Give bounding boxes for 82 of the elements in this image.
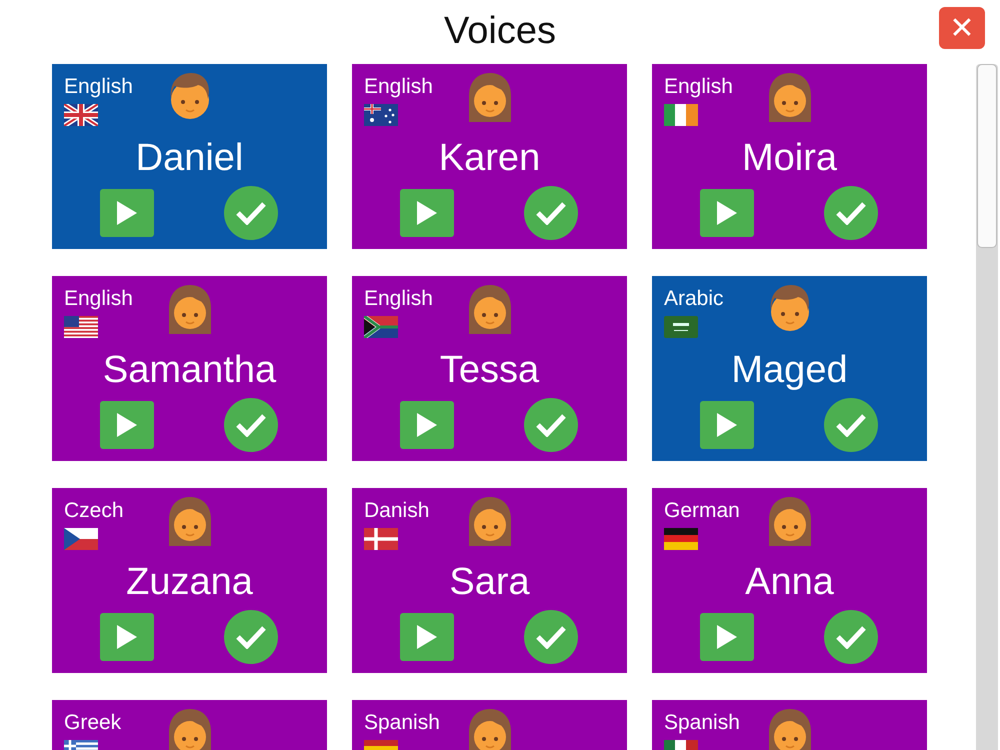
language-label: Greek	[64, 710, 122, 736]
voice-card[interactable]: Arabic Maged	[652, 276, 927, 461]
play-button[interactable]	[400, 613, 454, 661]
play-icon	[116, 412, 138, 438]
voice-name: Sara	[449, 560, 530, 604]
checkmark-icon	[235, 201, 267, 225]
flag-icon	[64, 528, 98, 550]
language-label: Danish	[364, 498, 430, 524]
language-label: Czech	[64, 498, 124, 524]
select-button[interactable]	[524, 610, 578, 664]
language-label: German	[664, 498, 740, 524]
voice-name: Maged	[731, 348, 848, 392]
checkmark-icon	[835, 625, 867, 649]
select-button[interactable]	[524, 398, 578, 452]
play-icon	[416, 624, 438, 650]
flag-icon	[364, 316, 398, 338]
voice-name: Daniel	[136, 136, 244, 180]
checkmark-icon	[835, 413, 867, 437]
play-button[interactable]	[400, 189, 454, 237]
language-label: Spanish	[364, 710, 440, 736]
select-button[interactable]	[224, 398, 278, 452]
play-icon	[416, 412, 438, 438]
flag-icon	[364, 528, 398, 550]
select-button[interactable]	[224, 610, 278, 664]
flag-icon	[64, 104, 98, 126]
flag-icon	[664, 104, 698, 126]
voice-card[interactable]: Czech Zuzana	[52, 488, 327, 673]
language-label: Arabic	[664, 286, 724, 312]
page-title: Voices	[444, 10, 556, 54]
language-label: English	[64, 74, 133, 100]
scrollbar[interactable]	[976, 64, 998, 750]
select-button[interactable]	[224, 186, 278, 240]
play-icon	[716, 200, 738, 226]
voice-card[interactable]: Spanish	[352, 700, 627, 750]
voice-card[interactable]: Danish Sara	[352, 488, 627, 673]
voice-card[interactable]: English Daniel	[52, 64, 327, 249]
flag-icon	[364, 104, 398, 126]
voice-card[interactable]: English Karen	[352, 64, 627, 249]
voice-name: Karen	[438, 136, 540, 180]
language-label: Spanish	[664, 710, 740, 736]
play-button[interactable]	[700, 401, 754, 449]
play-icon	[716, 624, 738, 650]
checkmark-icon	[535, 201, 567, 225]
close-button[interactable]: ✕	[939, 7, 985, 49]
voice-card[interactable]: German Anna	[652, 488, 927, 673]
voice-name: Tessa	[440, 348, 540, 392]
voice-card[interactable]: English Tessa	[352, 276, 627, 461]
play-button[interactable]	[400, 401, 454, 449]
play-button[interactable]	[100, 401, 154, 449]
checkmark-icon	[835, 201, 867, 225]
voice-name: Samantha	[102, 348, 276, 392]
play-button[interactable]	[700, 613, 754, 661]
voice-card[interactable]: Spanish	[652, 700, 927, 750]
play-button[interactable]	[100, 189, 154, 237]
voice-card[interactable]: English Moira	[652, 64, 927, 249]
select-button[interactable]	[824, 610, 878, 664]
flag-icon	[664, 528, 698, 550]
language-label: English	[664, 74, 733, 100]
checkmark-icon	[235, 413, 267, 437]
checkmark-icon	[535, 625, 567, 649]
select-button[interactable]	[824, 398, 878, 452]
play-icon	[416, 200, 438, 226]
play-icon	[116, 200, 138, 226]
language-label: English	[64, 286, 133, 312]
play-icon	[716, 412, 738, 438]
language-label: English	[364, 74, 433, 100]
play-button[interactable]	[100, 613, 154, 661]
voice-name: Moira	[742, 136, 838, 180]
voice-card[interactable]: Greek	[52, 700, 327, 750]
select-button[interactable]	[824, 186, 878, 240]
voice-card[interactable]: English Samantha	[52, 276, 327, 461]
flag-icon	[664, 316, 698, 338]
select-button[interactable]	[524, 186, 578, 240]
checkmark-icon	[535, 413, 567, 437]
scroll-thumb[interactable]	[977, 64, 997, 248]
play-button[interactable]	[700, 189, 754, 237]
voice-name: Anna	[745, 560, 834, 604]
language-label: English	[364, 286, 433, 312]
flag-icon	[64, 316, 98, 338]
checkmark-icon	[235, 625, 267, 649]
voice-name: Zuzana	[126, 560, 253, 604]
play-icon	[116, 624, 138, 650]
